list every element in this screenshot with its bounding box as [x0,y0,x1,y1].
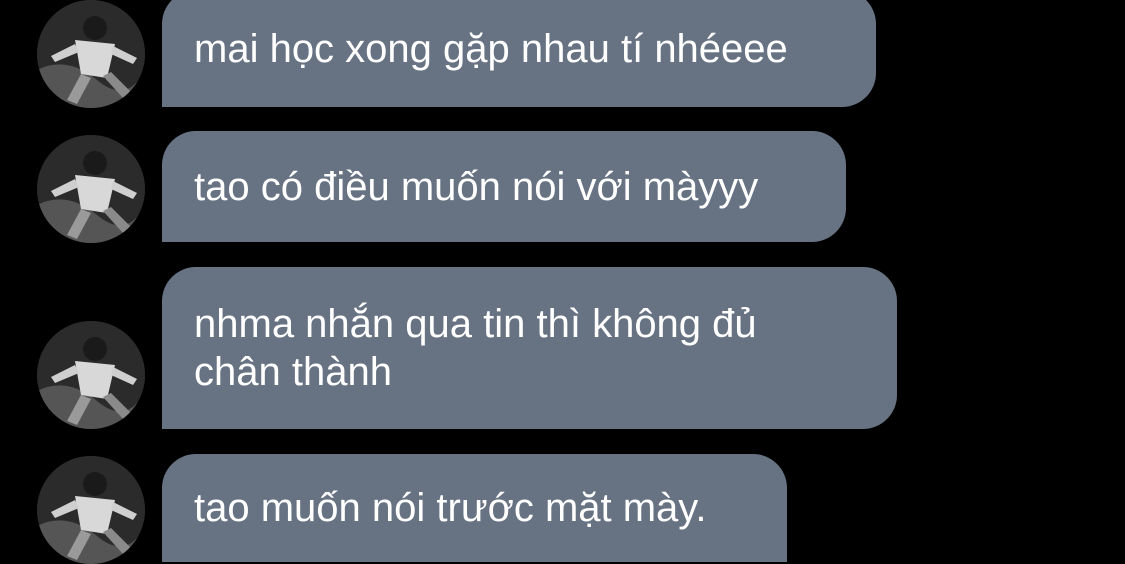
message-text: nhma nhắn qua tin thì không đủ chân thàn… [194,302,757,394]
message-bubble[interactable]: nhma nhắn qua tin thì không đủ chân thàn… [162,267,897,429]
message-bubble[interactable]: mai học xong gặp nhau tí nhéeee [162,0,876,107]
avatar[interactable] [37,321,145,429]
avatar-photo-icon [37,321,145,429]
avatar[interactable] [37,135,145,243]
avatar-photo-icon [37,0,145,108]
avatar[interactable] [37,0,145,108]
avatar-photo-icon [37,456,145,564]
avatar-photo-icon [37,135,145,243]
message-bubble[interactable]: tao muốn nói trước mặt mày. [162,454,787,562]
message-bubble[interactable]: tao có điều muốn nói với màyyy [162,131,846,242]
message-text: tao có điều muốn nói với màyyy [194,164,759,209]
message-text: tao muốn nói trước mặt mày. [194,486,707,530]
message-text: mai học xong gặp nhau tí nhéeee [194,26,788,71]
avatar[interactable] [37,456,145,564]
